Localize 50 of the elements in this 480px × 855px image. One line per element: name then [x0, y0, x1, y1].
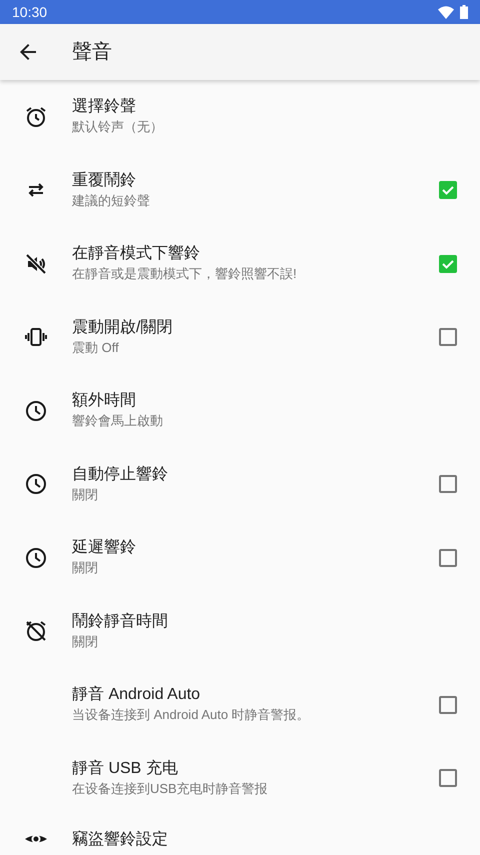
- wifi-icon: [438, 6, 454, 18]
- settings-row[interactable]: 在靜音模式下響鈴 在靜音或是震動模式下，響鈴照響不誤!: [0, 227, 480, 300]
- settings-row[interactable]: 震動開啟/關閉 震動 Off: [0, 300, 480, 374]
- muted-speaker-icon: [24, 252, 48, 276]
- settings-row[interactable]: 延遲響鈴 關閉: [0, 521, 480, 594]
- setting-title: 震動開啟/關閉: [72, 318, 174, 338]
- settings-row[interactable]: 靜音 USB 充电 在设备连接到USB充电时静音警报: [0, 742, 480, 815]
- setting-subtitle: 響鈴會馬上啟動: [72, 412, 164, 430]
- checkbox[interactable]: [439, 475, 457, 494]
- alarm-off-icon: [24, 619, 48, 644]
- setting-title: 在靜音模式下響鈴: [72, 244, 201, 264]
- clock-icon: [24, 472, 48, 496]
- status-time: 10:30: [12, 2, 48, 22]
- settings-row[interactable]: 靜音 Android Auto 当设备连接到 Android Auto 时静音警报。: [0, 668, 480, 742]
- setting-subtitle: 震動 Off: [72, 338, 120, 357]
- checkbox[interactable]: [439, 548, 457, 567]
- alarm-clock-icon: [24, 104, 48, 129]
- checkbox[interactable]: [439, 328, 457, 346]
- setting-title: 延遲響鈴: [72, 538, 137, 558]
- setting-subtitle: 当设备连接到 Android Auto 时静音警报。: [72, 706, 311, 724]
- screen-title: 聲音: [72, 40, 112, 65]
- checkbox[interactable]: [439, 254, 457, 273]
- clock-icon: [24, 546, 48, 570]
- setting-title: 重覆鬧鈴: [72, 170, 137, 191]
- settings-row[interactable]: 竊盜響鈴設定: [0, 815, 480, 855]
- setting-subtitle: 在靜音或是震動模式下，響鈴照響不誤!: [72, 265, 298, 284]
- setting-title: 靜音 USB 充电: [72, 758, 179, 779]
- settings-row[interactable]: 選擇鈴聲 默认铃声（无）: [0, 80, 480, 154]
- checkbox[interactable]: [439, 696, 457, 714]
- setting-title: 竊盜響鈴設定: [72, 830, 169, 850]
- clock-icon: [24, 398, 48, 423]
- setting-title: 額外時間: [72, 390, 137, 412]
- settings-row[interactable]: 額外時間 響鈴會馬上啟動: [0, 374, 480, 448]
- setting-title: 鬧鈴靜音時間: [72, 612, 169, 632]
- setting-subtitle: 關閉: [72, 632, 99, 651]
- setting-title: 靜音 Android Auto: [72, 684, 202, 706]
- checkbox[interactable]: [439, 769, 457, 788]
- battery-icon: [460, 5, 468, 19]
- settings-row[interactable]: 重覆鬧鈴 建議的短鈴聲: [0, 154, 480, 227]
- settings-row[interactable]: 鬧鈴靜音時間 關閉: [0, 594, 480, 668]
- setting-subtitle: 默认铃声（无）: [72, 118, 164, 136]
- setting-subtitle: 關閉: [72, 559, 99, 578]
- back-arrow-icon: [20, 44, 36, 60]
- setting-subtitle: 關閉: [72, 486, 99, 504]
- settings-row[interactable]: 自動停止響鈴 關閉: [0, 448, 480, 521]
- setting-subtitle: 在设备连接到USB充电时静音警报: [72, 780, 269, 798]
- checkbox[interactable]: [439, 181, 457, 200]
- setting-subtitle: 建議的短鈴聲: [72, 192, 151, 210]
- setting-title: 選擇鈴聲: [72, 96, 137, 118]
- setting-title: 自動停止響鈴: [72, 464, 169, 485]
